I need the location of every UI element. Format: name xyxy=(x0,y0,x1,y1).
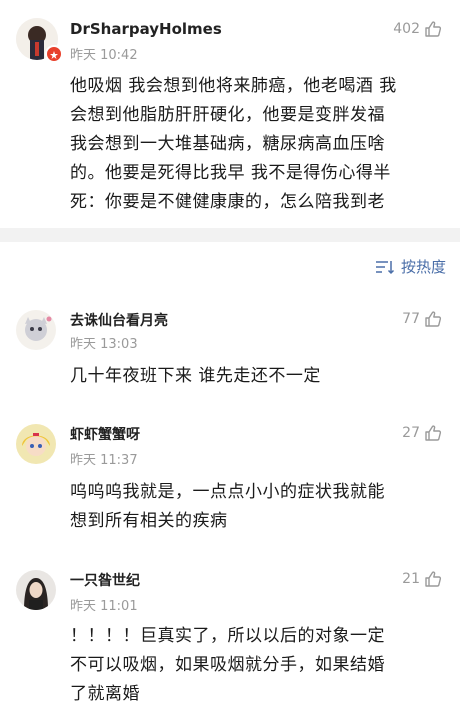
avatar-image-icon xyxy=(16,310,56,350)
avatar[interactable] xyxy=(16,424,56,464)
thumbs-up-icon xyxy=(425,21,442,37)
timestamp: 昨天 10:42 xyxy=(70,48,138,63)
main-comment: DrSharpayHolmes 昨天 10:42 402 他吸烟 我会想到他将来… xyxy=(0,0,460,228)
username[interactable]: 去诛仙台看月亮 xyxy=(70,310,168,330)
reply-item: 去诛仙台看月亮 昨天 13:03 77 几十年夜班下来 谁先走还不一定 xyxy=(0,300,460,398)
thumbs-up-icon xyxy=(425,311,442,327)
comment-line: 了就离婚 xyxy=(70,684,140,704)
comment-line: 他吸烟 我会想到他将来肺癌，他老喝酒 我 xyxy=(70,76,397,96)
comment-line: 的。他要是死得比我早 我不是得伤心得半 xyxy=(70,163,391,183)
sort-label: 按热度 xyxy=(400,258,446,276)
comment-line: 死：你要是不健健康康的，怎么陪我到老 xyxy=(70,192,385,212)
timestamp: 昨天 13:03 xyxy=(70,337,138,352)
username[interactable]: 一只昝世纪 xyxy=(70,570,140,590)
avatar-image-icon xyxy=(16,570,56,610)
timestamp: 昨天 11:01 xyxy=(70,599,138,614)
verified-badge-icon xyxy=(45,45,63,63)
avatar[interactable] xyxy=(16,570,56,610)
like-button[interactable]: 27 xyxy=(402,424,442,442)
like-count: 77 xyxy=(402,311,420,327)
comment-text: 几十年夜班下来 谁先走还不一定 xyxy=(70,362,450,391)
comment-line: 几十年夜班下来 谁先走还不一定 xyxy=(70,366,321,386)
avatar[interactable] xyxy=(16,310,56,350)
avatar-image-icon xyxy=(16,424,56,464)
like-button[interactable]: 21 xyxy=(402,570,442,588)
comment-line: ！！！！巨真实了，所以以后的对象一定 xyxy=(70,626,385,646)
comment-line: 想到所有相关的疾病 xyxy=(70,511,228,531)
sort-icon xyxy=(375,260,395,274)
comment-text: 他吸烟 我会想到他将来肺癌，他老喝酒 我 会想到他脂肪肝肝硬化，他要是变胖发福 … xyxy=(70,72,450,217)
reply-item: 虾虾蟹蟹呀 昨天 11:37 27 呜呜呜我就是，一点点小小的症状我就能 想到所… xyxy=(0,414,460,544)
like-button[interactable]: 402 xyxy=(393,20,442,38)
comment-text: 呜呜呜我就是，一点点小小的症状我就能 想到所有相关的疾病 xyxy=(70,478,450,536)
like-button[interactable]: 77 xyxy=(402,310,442,328)
sort-by-popularity-button[interactable]: 按热度 xyxy=(375,256,446,277)
comment-text: ！！！！巨真实了，所以以后的对象一定 不可以吸烟，如果吸烟就分手，如果结婚 了就… xyxy=(70,622,450,709)
like-count: 27 xyxy=(402,425,420,441)
like-count: 402 xyxy=(393,21,420,37)
comment-line: 会想到他脂肪肝肝硬化，他要是变胖发福 xyxy=(70,105,385,125)
comment-line: 我会想到一大堆基础病，糖尿病高血压啥 xyxy=(70,134,385,154)
thumbs-up-icon xyxy=(425,571,442,587)
timestamp: 昨天 11:37 xyxy=(70,453,138,468)
username[interactable]: 虾虾蟹蟹呀 xyxy=(70,424,140,444)
thumbs-up-icon xyxy=(425,425,442,441)
section-divider xyxy=(0,228,460,242)
like-count: 21 xyxy=(402,571,420,587)
comment-line: 不可以吸烟，如果吸烟就分手，如果结婚 xyxy=(70,655,385,675)
comment-line: 呜呜呜我就是，一点点小小的症状我就能 xyxy=(70,482,385,502)
username[interactable]: DrSharpayHolmes xyxy=(70,20,222,38)
reply-item: 一只昝世纪 昨天 11:01 21 ！！！！巨真实了，所以以后的对象一定 不可以… xyxy=(0,560,460,714)
